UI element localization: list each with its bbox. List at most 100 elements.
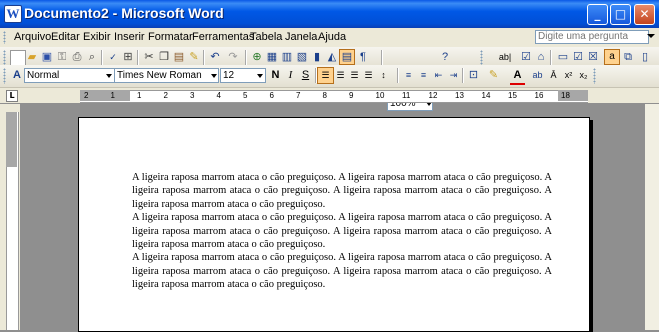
font-select[interactable]: Times New Roman xyxy=(114,68,219,83)
ruler-number: 5 xyxy=(243,91,248,100)
toolbar-grip[interactable] xyxy=(480,50,483,65)
print-preview-icon[interactable]: ⌕ xyxy=(85,50,99,64)
menu-editar[interactable]: Editar xyxy=(51,31,80,43)
comment-icon[interactable]: ▭ xyxy=(556,50,570,64)
font-color-icon[interactable]: A xyxy=(510,68,525,85)
menu-grip[interactable] xyxy=(3,31,6,44)
align-right-icon[interactable]: ☰ xyxy=(347,68,362,83)
copy-icon[interactable]: ❐ xyxy=(157,50,171,64)
excel-sheet-icon[interactable]: ▧ xyxy=(295,50,309,64)
styles-formatting-icon[interactable]: A xyxy=(10,68,24,82)
highlight-color-icon[interactable]: ✎ xyxy=(486,68,501,83)
help-dropdown-icon[interactable] xyxy=(647,34,655,38)
help-question-input[interactable] xyxy=(535,30,649,44)
bullets-icon[interactable]: ≡ xyxy=(416,68,431,83)
reject-change-icon[interactable]: ☒ xyxy=(586,50,600,64)
menu-formatar[interactable]: Formatar xyxy=(148,31,193,43)
numbering-icon[interactable]: ≡ xyxy=(401,68,416,83)
read-mode-icon[interactable]: ab| xyxy=(494,50,516,64)
menu-ajuda[interactable]: Ajuda xyxy=(318,31,346,43)
borders-icon[interactable]: ⊡ xyxy=(466,68,481,83)
separator xyxy=(315,68,317,83)
ruler-number: 1 xyxy=(137,91,142,100)
spelling-icon[interactable]: ✓ xyxy=(106,50,120,64)
drawing-icon[interactable]: ◭ xyxy=(325,50,339,64)
redo-icon[interactable]: ↷ xyxy=(226,50,240,64)
new-document-icon[interactable] xyxy=(10,50,26,66)
ruler-number: 10 xyxy=(375,91,385,100)
ruler-number: 11 xyxy=(402,91,411,100)
menu-ferramentas[interactable]: Ferramentas xyxy=(192,31,254,43)
show-hide-icon[interactable]: ¶ xyxy=(356,50,370,64)
close-button[interactable]: ✕ xyxy=(634,4,655,25)
separator xyxy=(462,68,464,83)
paste-icon[interactable]: ▤ xyxy=(172,50,186,64)
align-left-icon[interactable]: ☰ xyxy=(317,67,334,84)
strikethrough-icon[interactable]: ab xyxy=(530,68,545,83)
font-size-dropdown-icon[interactable] xyxy=(257,74,263,78)
tab-selector[interactable]: L xyxy=(6,90,18,102)
line-spacing-icon[interactable]: ↕ xyxy=(376,68,391,83)
menu-exibir[interactable]: Exibir xyxy=(83,31,111,43)
ruler-number: 4 xyxy=(216,91,221,100)
undo-icon[interactable]: ↶ xyxy=(208,50,222,64)
superscript-icon[interactable]: x² xyxy=(561,68,576,83)
menu-inserir[interactable]: Inserir xyxy=(114,31,145,43)
word-app-icon[interactable]: W xyxy=(4,5,22,23)
maximize-button[interactable]: □ xyxy=(610,4,631,25)
paragraph[interactable]: A ligeira raposa marrom ataca o cão preg… xyxy=(132,211,552,251)
document-body[interactable]: A ligeira raposa marrom ataca o cão preg… xyxy=(132,171,552,292)
permission-icon[interactable]: ⚿ xyxy=(55,50,69,64)
vertical-ruler-top-margin[interactable] xyxy=(6,112,17,167)
separator xyxy=(137,50,139,65)
review-pane-icon[interactable]: ▯ xyxy=(638,50,652,64)
menu-tabela[interactable]: Tabela xyxy=(250,31,282,43)
tables-borders-icon[interactable]: ▦ xyxy=(265,50,279,64)
ruler-number: 18 xyxy=(561,91,570,100)
help-icon[interactable]: ? xyxy=(438,50,452,64)
style-select[interactable]: Normal xyxy=(24,68,115,83)
font-dropdown-icon[interactable] xyxy=(211,74,217,78)
increase-indent-icon[interactable]: ⇥ xyxy=(446,68,461,83)
toolbar-grip[interactable] xyxy=(593,68,596,84)
italic-button[interactable]: I xyxy=(283,68,298,83)
paragraph[interactable]: A ligeira raposa marrom ataca o cão preg… xyxy=(132,251,552,291)
ruler-number: 3 xyxy=(190,91,195,100)
bold-button[interactable]: N xyxy=(268,68,283,83)
reviewing-icon[interactable]: ⌂ xyxy=(534,50,548,64)
separator xyxy=(203,50,205,65)
hyperlink-icon[interactable]: ⊕ xyxy=(250,50,264,64)
paragraph[interactable]: A ligeira raposa marrom ataca o cão preg… xyxy=(132,171,552,211)
minimize-button[interactable]: _ xyxy=(587,4,608,25)
menu-arquivo[interactable]: Arquivo xyxy=(14,31,51,43)
accept-change-icon[interactable]: ☑ xyxy=(571,50,585,64)
research-icon[interactable]: ⊞ xyxy=(121,50,135,64)
ruler-number: 13 xyxy=(455,91,464,100)
open-folder-icon[interactable]: ▰ xyxy=(25,50,39,64)
style-dropdown-icon[interactable] xyxy=(106,74,112,78)
title-bar[interactable]: W Documento2 - Microsoft Word _ □ ✕ xyxy=(0,0,659,28)
cut-icon[interactable]: ✂ xyxy=(142,50,156,64)
underline-button[interactable]: S xyxy=(298,68,313,83)
print-icon[interactable]: ⎙ xyxy=(70,50,84,64)
justify-icon[interactable]: ☰ xyxy=(361,68,376,83)
align-center-icon[interactable]: ☰ xyxy=(333,68,348,83)
vertical-scrollbar[interactable] xyxy=(645,104,659,330)
toolbar-grip[interactable] xyxy=(3,50,6,65)
ruler-number: 2 xyxy=(163,91,168,100)
highlight-icon[interactable]: a xyxy=(604,49,620,65)
shrink-font-icon[interactable]: Ā xyxy=(546,68,561,83)
decrease-indent-icon[interactable]: ⇤ xyxy=(431,68,446,83)
markup-icon[interactable]: ⧉ xyxy=(621,50,635,64)
menu-janela[interactable]: Janela xyxy=(285,31,317,43)
ruler-number: 1 xyxy=(110,91,115,100)
subscript-icon[interactable]: x₂ xyxy=(576,68,591,83)
toolbar-grip[interactable] xyxy=(3,68,6,84)
format-painter-icon[interactable]: ✎ xyxy=(187,50,201,64)
columns-icon[interactable]: ▮ xyxy=(310,50,324,64)
save-icon[interactable]: ▣ xyxy=(40,50,54,64)
track-changes-icon[interactable]: ☑ xyxy=(519,50,533,64)
insert-table-icon[interactable]: ▥ xyxy=(280,50,294,64)
separator xyxy=(381,50,383,65)
document-map-icon[interactable]: ▤ xyxy=(339,49,355,65)
